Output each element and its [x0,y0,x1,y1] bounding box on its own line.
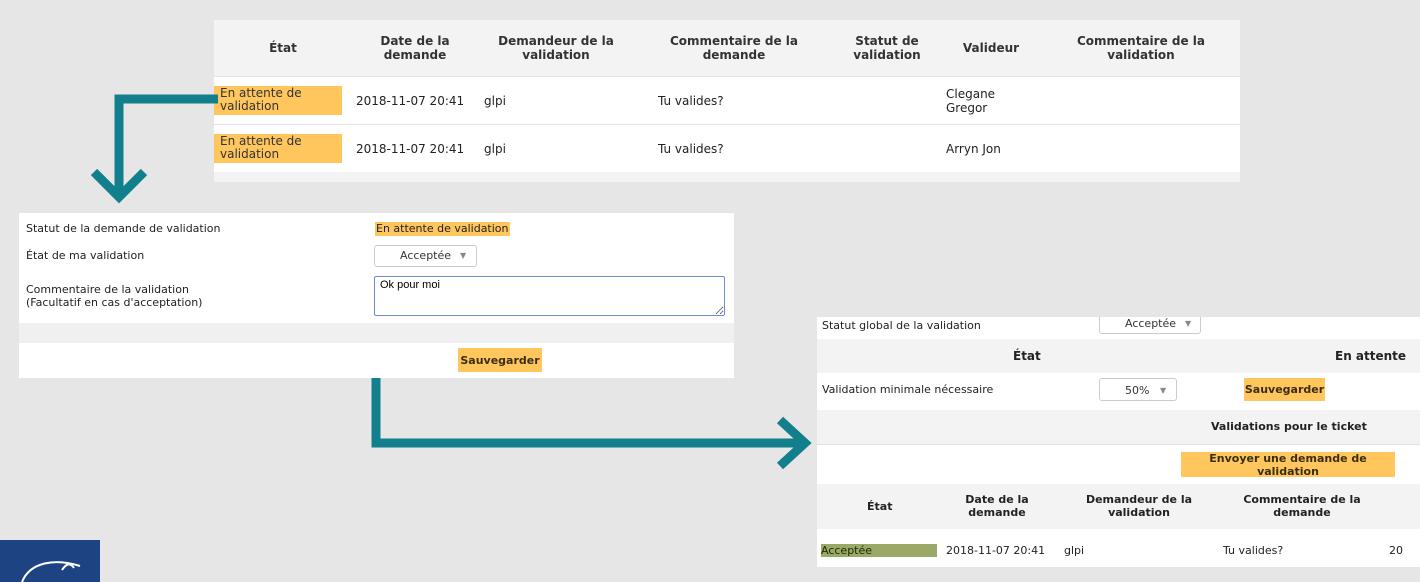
comment-cell: Tu valides? [1223,544,1284,557]
request-status-label: Statut de la demande de validation [26,222,221,235]
min-validation-value: 50% [1125,384,1150,397]
validator-cell: Clegane Gregor [940,76,1042,125]
arrow-to-form [90,94,218,204]
comment-cell: Tu valides? [634,124,834,172]
table-row[interactable]: En attente de validation 2018-11-07 20:4… [214,124,1240,172]
chevron-down-icon: ▼ [460,251,467,260]
column-header-validator[interactable]: Valideur [940,20,1042,77]
validation-comment-field[interactable] [374,276,725,316]
comment-cell: Tu valides? [634,76,834,125]
column-header-date[interactable]: Date de la demande [352,20,478,77]
send-validation-request-button[interactable]: Envoyer une demande de validation [1181,452,1395,478]
chevron-down-icon: ▼ [1160,386,1167,395]
status-badge: En attente de validation [375,222,510,236]
save-global-button[interactable]: Sauvegarder [1244,378,1325,401]
global-status-label: Statut global de la validation [822,319,981,332]
my-state-value: Acceptée [400,249,452,262]
validator-cell: Arryn Jon [940,124,1042,172]
save-button[interactable]: Sauvegarder [458,348,542,372]
status-cell [834,76,940,125]
status-badge: En attente de validation [214,86,342,115]
date-cell: 2018-11-07 20:41 [352,124,478,172]
comment-label: Commentaire de la validation [26,283,189,296]
requester-cell: glpi [478,124,634,172]
global-status-value: Acceptée [1125,317,1177,330]
status-badge: Acceptée [821,544,937,557]
table-header-row: État Date de la demande Demandeur de la … [214,20,1240,77]
column-header-requester[interactable]: Demandeur de la validation [478,20,634,77]
global-status-select[interactable]: Acceptée ▼ [1099,317,1201,334]
column-header-state[interactable]: État [867,500,892,513]
status-badge: En attente de validation [214,134,342,163]
arrow-to-global [371,378,812,470]
validation-comment-cell [1042,124,1240,172]
my-validation-form: Statut de la demande de validation En at… [19,213,734,378]
chevron-down-icon: ▼ [1185,319,1192,328]
column-header-state[interactable]: État [214,20,352,77]
column-header-validation-comment[interactable]: Commentaire de la validation [1042,20,1240,77]
column-header-status[interactable]: Statut de validation [834,20,940,77]
min-validation-select[interactable]: 50% ▼ [1099,378,1177,401]
column-header-requester[interactable]: Demandeur de la validation [1079,493,1199,519]
logo [0,540,100,582]
column-header-comment[interactable]: Commentaire de la demande [1237,493,1367,519]
min-validation-label: Validation minimale nécessaire [822,383,994,396]
table-row[interactable]: En attente de validation 2018-11-07 20:4… [214,76,1240,125]
column-header-date[interactable]: Date de la demande [952,493,1042,519]
state-header-row: État En attente [817,339,1420,373]
next-cell-partial: 20 [1389,544,1403,557]
state-value: En attente [1335,349,1407,363]
validations-table-panel: État Date de la demande Demandeur de la … [214,20,1240,182]
column-header-comment[interactable]: Commentaire de la demande [634,20,834,77]
ticket-validations-header: Validations pour le ticket [817,410,1420,445]
logo-mark-icon [21,561,81,582]
table-footer [214,172,1240,182]
ticket-validations-title: Validations pour le ticket [1211,420,1367,433]
state-cell: En attente de validation [214,76,352,125]
form-separator [19,323,734,343]
ticket-table-header-row: État Date de la demande Demandeur de la … [817,484,1420,529]
date-cell: 2018-11-07 20:41 [352,76,478,125]
my-state-select[interactable]: Acceptée ▼ [374,245,477,267]
state-cell: En attente de validation [214,124,352,172]
requester-cell: glpi [478,76,634,125]
validation-comment-cell [1042,76,1240,125]
requester-cell: glpi [1064,544,1085,557]
global-validation-panel: Statut global de la validation Acceptée … [817,317,1420,567]
status-cell [834,124,940,172]
state-header: État [1013,349,1041,363]
my-state-label: État de ma validation [26,249,145,262]
date-cell: 2018-11-07 20:41 [946,544,1046,557]
comment-hint: (Facultatif en cas d'acceptation) [26,296,203,309]
validations-table: État Date de la demande Demandeur de la … [214,20,1240,172]
